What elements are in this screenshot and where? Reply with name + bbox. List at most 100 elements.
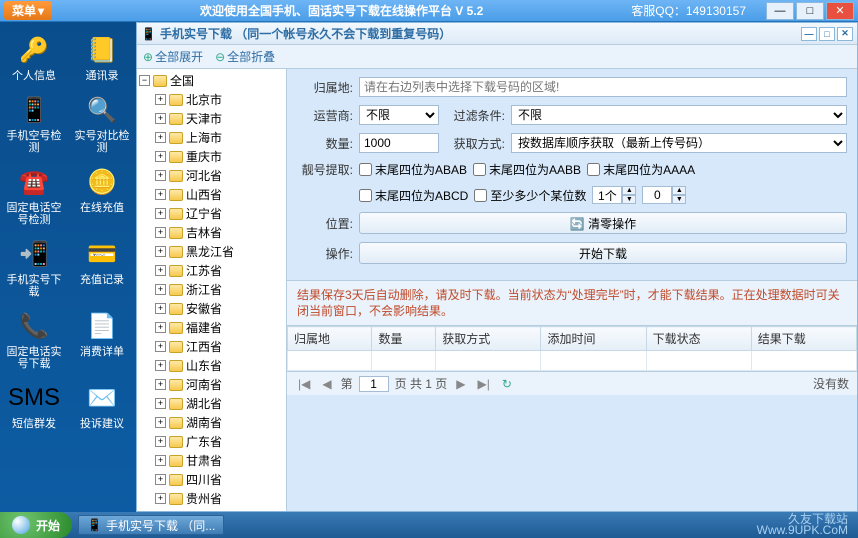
expander-icon[interactable]: −	[139, 75, 150, 86]
expander-icon[interactable]: +	[155, 398, 166, 409]
expander-icon[interactable]: +	[155, 379, 166, 390]
spin-digit[interactable]: ▲▼	[642, 186, 686, 204]
sidebar-item-4[interactable]: ☎️固定电话空号检测	[0, 160, 68, 230]
pager-prev-button[interactable]: ◀	[319, 377, 334, 391]
expander-icon[interactable]: +	[155, 284, 166, 295]
tree-node[interactable]: +河北省	[139, 166, 284, 185]
table-header[interactable]: 下载状态	[646, 327, 751, 351]
tree-node[interactable]: +湖北省	[139, 394, 284, 413]
expander-icon[interactable]: +	[155, 493, 166, 504]
cb-aaaa[interactable]: 末尾四位为AAAA	[587, 161, 695, 178]
tree-root[interactable]: − 全国	[139, 71, 284, 90]
sidebar-item-1[interactable]: 📒通讯录	[68, 28, 136, 86]
carrier-select[interactable]: 不限	[359, 105, 439, 125]
cb-count[interactable]: 至少多少个某位数	[474, 187, 586, 204]
pager-first-button[interactable]: |◀	[295, 377, 313, 391]
cb-abcd[interactable]: 末尾四位为ABCD	[359, 187, 468, 204]
close-button[interactable]: ✕	[826, 2, 854, 20]
expander-icon[interactable]: +	[155, 208, 166, 219]
table-header[interactable]: 添加时间	[541, 327, 646, 351]
expander-icon[interactable]: +	[155, 151, 166, 162]
pager-page-input[interactable]	[359, 376, 389, 392]
tree-node[interactable]: +北京市	[139, 90, 284, 109]
tree-node[interactable]: + 甘肃省	[139, 451, 284, 470]
sidebar-item-6[interactable]: 📲手机实号下载	[0, 232, 68, 302]
expander-icon[interactable]: +	[155, 322, 166, 333]
cb-aabb[interactable]: 末尾四位为AABB	[473, 161, 581, 178]
tree-node[interactable]: +安徽省	[139, 299, 284, 318]
pager-last-button[interactable]: ▶|	[475, 377, 493, 391]
windows-orb-icon	[12, 516, 30, 534]
table-header[interactable]: 数量	[372, 327, 436, 351]
minimize-button[interactable]: —	[766, 2, 794, 20]
tree-node[interactable]: +河南省	[139, 375, 284, 394]
expander-icon[interactable]: +	[155, 113, 166, 124]
tree-node[interactable]: +吉林省	[139, 223, 284, 242]
tree-node[interactable]: +贵州省	[139, 489, 284, 508]
spin-count[interactable]: ▲▼	[592, 186, 636, 204]
tree-node[interactable]: +山西省	[139, 185, 284, 204]
table-header[interactable]: 归属地	[288, 327, 372, 351]
tree-node[interactable]: +浙江省	[139, 280, 284, 299]
expander-icon[interactable]: +	[155, 341, 166, 352]
sidebar-item-11[interactable]: ✉️投诉建议	[68, 376, 136, 434]
sidebar-item-8[interactable]: 📞固定电话实号下载	[0, 304, 68, 374]
menu-button[interactable]: 菜单▾	[4, 1, 52, 20]
sidebar-item-label: 短信群发	[12, 418, 56, 430]
panel-close-button[interactable]: ✕	[837, 27, 853, 41]
tree-node[interactable]: +辽宁省	[139, 204, 284, 223]
expander-icon[interactable]: +	[155, 265, 166, 276]
tree-node[interactable]: +重庆市	[139, 147, 284, 166]
table-header[interactable]: 结果下载	[751, 327, 856, 351]
tree-node[interactable]: +山东省	[139, 356, 284, 375]
taskbar-item[interactable]: 📱 手机实号下载 （同...	[78, 515, 224, 535]
sidebar-item-7[interactable]: 💳充值记录	[68, 232, 136, 302]
tree-node[interactable]: +天津市	[139, 109, 284, 128]
expander-icon[interactable]: +	[155, 474, 166, 485]
expander-icon[interactable]: +	[155, 455, 166, 466]
expander-icon[interactable]: +	[155, 303, 166, 314]
tree-node[interactable]: +上海市	[139, 128, 284, 147]
method-select[interactable]: 按数据库顺序获取（最新上传号码）	[511, 133, 847, 153]
tree-node[interactable]: +江西省	[139, 337, 284, 356]
expander-icon[interactable]: +	[155, 246, 166, 257]
clear-button[interactable]: 🔄 清零操作	[359, 212, 847, 234]
sidebar-item-9[interactable]: 📄消费详单	[68, 304, 136, 374]
expander-icon[interactable]: +	[155, 227, 166, 238]
pager-refresh-button[interactable]: ↻	[499, 377, 515, 391]
qty-input[interactable]	[359, 133, 439, 153]
expander-icon[interactable]: +	[155, 360, 166, 371]
tree-node[interactable]: +湖南省	[139, 413, 284, 432]
expander-icon[interactable]: +	[155, 417, 166, 428]
sidebar-item-10[interactable]: SMS短信群发	[0, 376, 68, 434]
sidebar-item-2[interactable]: 📱手机空号检测	[0, 88, 68, 158]
expander-icon[interactable]: +	[155, 170, 166, 181]
cb-abab[interactable]: 末尾四位为ABAB	[359, 161, 467, 178]
region-tree[interactable]: − 全国 +北京市+天津市+上海市+重庆市+河北省+山西省+辽宁省+吉林省+黑龙…	[137, 69, 287, 511]
panel-minimize-button[interactable]: —	[801, 27, 817, 41]
start-button[interactable]: 开始	[0, 512, 72, 538]
pager-next-button[interactable]: ▶	[453, 377, 468, 391]
table-header[interactable]: 获取方式	[436, 327, 541, 351]
tree-node[interactable]: + 广东省	[139, 432, 284, 451]
expander-icon[interactable]: +	[155, 436, 166, 447]
start-download-button[interactable]: 开始下载	[359, 242, 847, 264]
tree-node-label: 甘肃省	[186, 452, 222, 469]
expander-icon[interactable]: +	[155, 189, 166, 200]
tree-node[interactable]: +福建省	[139, 318, 284, 337]
expander-icon[interactable]: +	[155, 94, 166, 105]
collapse-all-button[interactable]: ⊖全部折叠	[215, 48, 275, 65]
filter-select[interactable]: 不限	[511, 105, 847, 125]
sidebar-item-0[interactable]: 🔑个人信息	[0, 28, 68, 86]
expand-all-button[interactable]: ⊕全部展开	[143, 48, 203, 65]
tree-node[interactable]: +黑龙江省	[139, 242, 284, 261]
tree-node-label: 广东省	[186, 433, 222, 450]
sidebar-item-3[interactable]: 🔍实号对比检测	[68, 88, 136, 158]
tree-node[interactable]: +四川省	[139, 470, 284, 489]
region-input[interactable]	[359, 77, 847, 97]
panel-maximize-button[interactable]: □	[819, 27, 835, 41]
sidebar-item-5[interactable]: 🪙在线充值	[68, 160, 136, 230]
expander-icon[interactable]: +	[155, 132, 166, 143]
maximize-button[interactable]: □	[796, 2, 824, 20]
tree-node[interactable]: +江苏省	[139, 261, 284, 280]
